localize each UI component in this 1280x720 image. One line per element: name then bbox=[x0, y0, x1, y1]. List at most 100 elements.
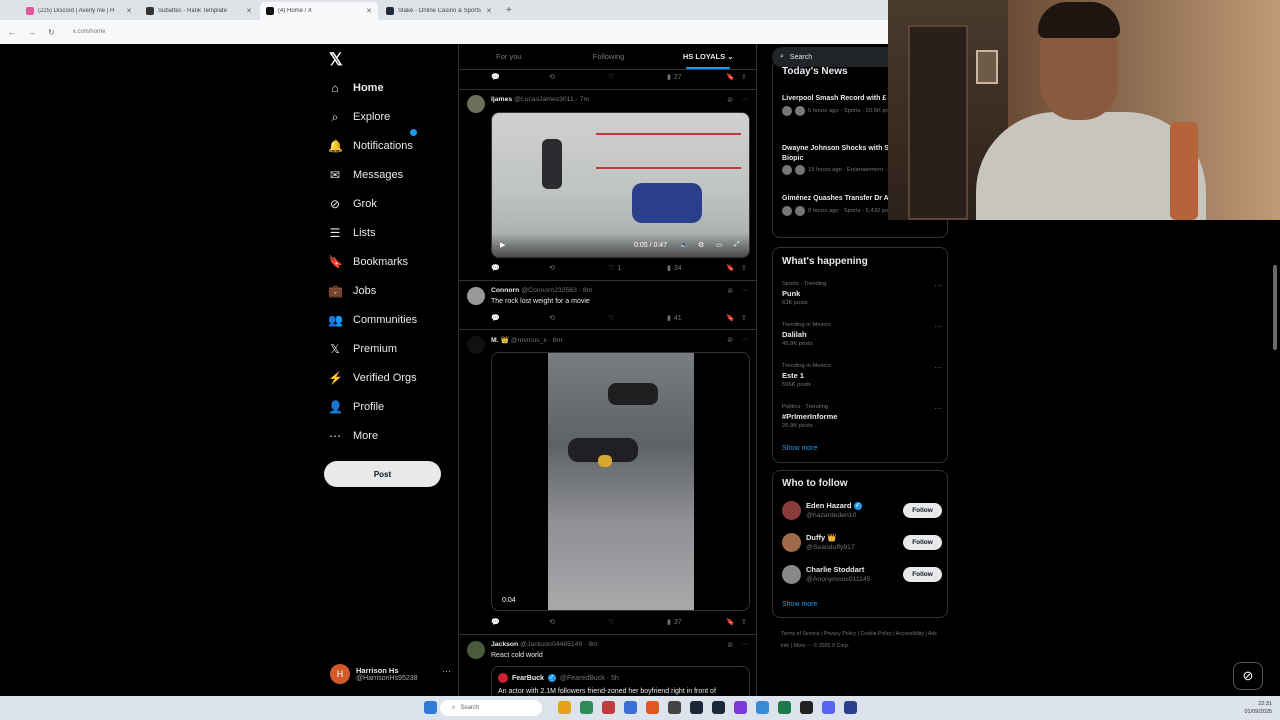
pip-icon[interactable]: ▭ bbox=[716, 241, 723, 249]
video-player[interactable]: ▶ 0:05 / 0:47 🔈 ⚙ ▭ ⤢ bbox=[491, 112, 750, 258]
views-icon[interactable]: ▮ 27 bbox=[667, 73, 682, 82]
nav-item-grok[interactable]: ⊘ Grok bbox=[328, 192, 377, 216]
grok-icon[interactable]: ⊘ bbox=[727, 96, 733, 104]
like-icon[interactable]: ♡ bbox=[608, 314, 614, 322]
tab-following[interactable]: Following bbox=[559, 44, 659, 69]
tab-hs-loyals[interactable]: HS LOYALS ⌄ bbox=[658, 44, 756, 69]
bookmark-icon[interactable]: 🔖 bbox=[726, 73, 735, 81]
url-field[interactable]: x.com/home bbox=[73, 29, 106, 35]
tweet-author[interactable]: Jackson bbox=[491, 641, 518, 648]
like-icon[interactable]: ♡ bbox=[608, 73, 614, 81]
app-icon[interactable] bbox=[800, 701, 813, 714]
browser-tab[interactable]: (4) Home / X ✕ bbox=[260, 2, 378, 20]
follow-button[interactable]: Follow bbox=[903, 503, 942, 518]
back-icon[interactable]: ← bbox=[8, 28, 16, 37]
nav-item-verified-orgs[interactable]: ⚡ Verified Orgs bbox=[328, 366, 417, 390]
reply-icon[interactable]: 💬 bbox=[491, 618, 500, 626]
bookmark-icon[interactable]: 🔖 bbox=[726, 618, 735, 626]
like-icon[interactable]: ♡ bbox=[608, 618, 614, 626]
bookmark-icon[interactable]: 🔖 bbox=[726, 314, 735, 322]
follow-suggestion[interactable]: Eden Hazard ✓ @hazardeden10 Follow bbox=[782, 499, 942, 523]
start-icon[interactable] bbox=[424, 701, 437, 714]
more-icon[interactable]: ··· bbox=[741, 336, 748, 344]
nav-item-home[interactable]: ⌂ Home bbox=[328, 76, 383, 100]
nav-item-bookmarks[interactable]: 🔖 Bookmarks bbox=[328, 250, 408, 274]
close-icon[interactable]: ✕ bbox=[246, 7, 252, 15]
mute-icon[interactable]: 🔈 bbox=[680, 241, 689, 249]
steam-icon[interactable] bbox=[712, 701, 725, 714]
close-icon[interactable]: ✕ bbox=[366, 7, 372, 15]
nav-item-messages[interactable]: ✉ Messages bbox=[328, 163, 403, 187]
avatar[interactable] bbox=[467, 95, 485, 113]
views-icon[interactable]: ▮ 41 bbox=[667, 314, 682, 323]
footer-links[interactable]: Terms of Service | Privacy Policy | Cook… bbox=[781, 628, 941, 652]
more-icon[interactable]: ··· bbox=[934, 322, 942, 331]
app-icon[interactable] bbox=[690, 701, 703, 714]
nav-item-explore[interactable]: ⌕ Explore bbox=[328, 105, 391, 129]
follow-suggestion[interactable]: Charlie Stoddart @Anonymous011145 Follow bbox=[782, 563, 942, 587]
grok-icon[interactable]: ⊘ bbox=[727, 641, 733, 649]
tab-for-you[interactable]: For you bbox=[459, 44, 559, 69]
app-icon[interactable] bbox=[756, 701, 769, 714]
share-icon[interactable]: ⇪ bbox=[741, 264, 747, 272]
more-icon[interactable]: ··· bbox=[934, 404, 942, 413]
more-icon[interactable]: ··· bbox=[934, 363, 942, 372]
fullscreen-icon[interactable]: ⤢ bbox=[734, 241, 740, 249]
share-icon[interactable]: ⇪ bbox=[741, 73, 747, 81]
forward-icon[interactable]: → bbox=[28, 28, 36, 37]
trend-item[interactable]: Trending in Mexico Dalilah 45.9K posts ··· bbox=[782, 322, 942, 347]
tweet-author[interactable]: M. 👑 bbox=[491, 337, 509, 344]
bookmark-icon[interactable]: 🔖 bbox=[726, 264, 735, 272]
edge-icon[interactable] bbox=[580, 701, 593, 714]
nav-item-profile[interactable]: 👤 Profile bbox=[328, 395, 384, 419]
taskbar-search[interactable]: ⌕ Search bbox=[440, 700, 542, 716]
avatar[interactable] bbox=[467, 336, 485, 354]
nav-item-notifications[interactable]: 🔔 Notifications bbox=[328, 129, 417, 158]
more-icon[interactable]: ··· bbox=[741, 287, 748, 295]
app-icon[interactable] bbox=[778, 701, 791, 714]
views-icon[interactable]: ▮ 37 bbox=[667, 618, 682, 627]
close-icon[interactable]: ✕ bbox=[486, 7, 492, 15]
trends-show-more[interactable]: Show more bbox=[782, 445, 817, 452]
discord-icon[interactable] bbox=[822, 701, 835, 714]
video-player[interactable]: 0:04 bbox=[491, 352, 750, 611]
browser-tab[interactable]: (225) Discord | Averly me | H ✕ bbox=[20, 2, 138, 20]
app-icon[interactable] bbox=[624, 701, 637, 714]
x-logo-icon[interactable]: 𝕏 bbox=[329, 50, 343, 70]
app-icon[interactable] bbox=[668, 701, 681, 714]
play-icon[interactable]: ▶ bbox=[500, 241, 505, 249]
nav-item-communities[interactable]: 👥 Communities bbox=[328, 308, 417, 332]
trend-item[interactable]: Sports · Trending Punk 63K posts ··· bbox=[782, 281, 942, 306]
more-icon[interactable]: ··· bbox=[934, 281, 942, 290]
close-icon[interactable]: ✕ bbox=[126, 7, 132, 15]
tweet-author[interactable]: ljames bbox=[491, 96, 512, 103]
page-scrollbar[interactable] bbox=[1270, 220, 1280, 696]
browser-tab[interactable]: Subattec - Rank Template ✕ bbox=[140, 2, 258, 20]
app-icon[interactable] bbox=[734, 701, 747, 714]
views-icon[interactable]: ▮ 34 bbox=[667, 264, 682, 273]
retweet-icon[interactable]: ⟲ bbox=[549, 618, 555, 626]
retweet-icon[interactable]: ⟲ bbox=[549, 73, 555, 81]
more-icon[interactable]: ··· bbox=[741, 96, 748, 104]
account-switcher[interactable]: H Harrison Hs @HarrisonHs95238 ··· bbox=[330, 662, 455, 686]
post-button[interactable]: Post bbox=[324, 461, 441, 487]
folder-icon[interactable] bbox=[558, 701, 571, 714]
wtf-show-more[interactable]: Show more bbox=[782, 601, 817, 608]
trend-item[interactable]: Politics · Trending #PrImerInforme 26.9K p… bbox=[782, 404, 942, 429]
mail-icon[interactable] bbox=[602, 701, 615, 714]
nav-item-premium[interactable]: 𝕏 Premium bbox=[328, 337, 397, 361]
reload-icon[interactable]: ↻ bbox=[48, 28, 55, 37]
app-icon[interactable] bbox=[844, 701, 857, 714]
grok-icon[interactable]: ⊘ bbox=[727, 336, 733, 344]
scroll-thumb[interactable] bbox=[1273, 265, 1277, 350]
new-tab-button[interactable]: + bbox=[506, 2, 512, 20]
share-icon[interactable]: ⇪ bbox=[741, 314, 747, 322]
system-clock[interactable]: 22:31 01/09/2025 bbox=[1244, 700, 1272, 716]
settings-icon[interactable]: ⚙ bbox=[698, 241, 704, 249]
reply-icon[interactable]: 💬 bbox=[491, 73, 500, 81]
avatar[interactable] bbox=[467, 641, 485, 659]
follow-button[interactable]: Follow bbox=[903, 567, 942, 582]
like-icon[interactable]: ♡ 1 bbox=[608, 264, 621, 273]
reply-icon[interactable]: 💬 bbox=[491, 264, 500, 272]
follow-button[interactable]: Follow bbox=[903, 535, 942, 550]
